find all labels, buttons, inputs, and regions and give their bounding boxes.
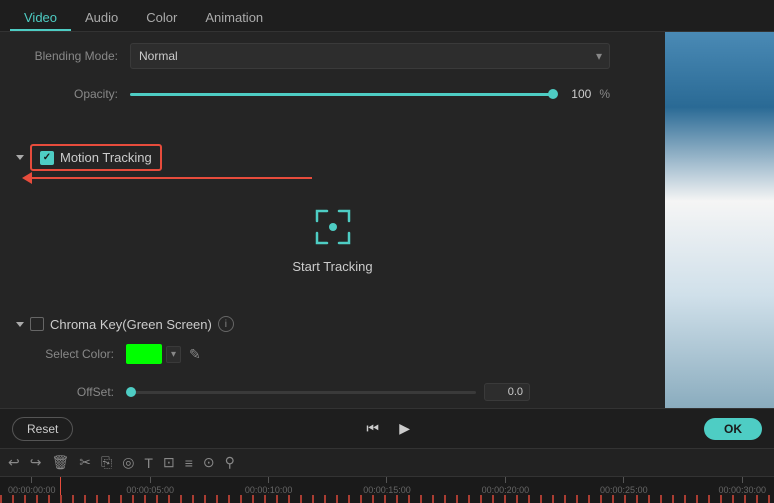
playback-controls: ⏮ ▶ <box>363 419 415 439</box>
motion-tracking-checkbox[interactable] <box>40 151 54 165</box>
chroma-key-checkbox[interactable] <box>30 317 44 331</box>
blending-mode-row: Blending Mode: Normal Multiply Screen Ov… <box>20 42 645 70</box>
magnet-icon[interactable]: ⊙ <box>203 454 215 471</box>
offset-slider-container: 0.0 <box>126 383 606 401</box>
red-arrow-line <box>32 177 312 179</box>
marker-4: 00:00:20:00 <box>482 477 530 495</box>
opacity-slider-thumb[interactable] <box>548 89 558 99</box>
marker-1: 00:00:05:00 <box>126 477 174 495</box>
chroma-key-chevron <box>16 322 24 327</box>
marker-3: 00:00:15:00 <box>363 477 411 495</box>
motion-tracking-header[interactable]: Motion Tracking <box>16 144 649 171</box>
timeline-ruler: 00:00:00:00 00:00:05:00 00:00:10:00 00:0… <box>0 477 774 495</box>
crop-icon[interactable]: ⊡ <box>163 454 175 471</box>
tab-color[interactable]: Color <box>132 4 191 31</box>
start-tracking-label[interactable]: Start Tracking <box>292 259 372 274</box>
main-area: Blending Mode: Normal Multiply Screen Ov… <box>0 32 774 408</box>
marker-5: 00:00:25:00 <box>600 477 648 495</box>
blending-mode-section: Blending Mode: Normal Multiply Screen Ov… <box>0 32 665 128</box>
marker-6: 00:00:30:00 <box>718 477 766 495</box>
chroma-key-info-icon[interactable]: i <box>218 316 234 332</box>
opacity-slider-container: 100 % <box>130 87 610 101</box>
text-icon[interactable]: T <box>144 455 153 471</box>
opacity-slider-track <box>130 93 553 96</box>
left-panel: Blending Mode: Normal Multiply Screen Ov… <box>0 32 665 408</box>
motion-tracking-title: Motion Tracking <box>60 150 152 165</box>
reset-button[interactable]: Reset <box>12 417 73 441</box>
playhead[interactable] <box>60 477 61 495</box>
align-icon[interactable]: ≡ <box>185 455 193 471</box>
redo-icon[interactable]: ↪ <box>30 454 42 471</box>
offset-label: OffSet: <box>16 385 126 399</box>
lock-icon[interactable]: ⚲ <box>225 454 235 471</box>
offset-slider-track <box>126 391 476 394</box>
opacity-label: Opacity: <box>20 87 130 101</box>
select-color-row: Select Color: ▾ ✎ <box>16 340 649 368</box>
prev-frame-button[interactable]: ⏮ <box>363 419 383 439</box>
blending-mode-select[interactable]: Normal Multiply Screen Overlay <box>130 43 610 69</box>
motion-tracking-section: Motion Tracking <box>0 136 665 302</box>
tab-audio[interactable]: Audio <box>71 4 132 31</box>
blending-mode-label: Blending Mode: <box>20 49 130 63</box>
copy-icon[interactable]: ⎘ <box>101 454 112 471</box>
marker-2: 00:00:10:00 <box>245 477 293 495</box>
play-button[interactable]: ▶ <box>395 419 415 439</box>
red-markers-row <box>0 495 774 503</box>
tracking-area: Start Tracking <box>16 183 649 294</box>
chroma-key-section: Chroma Key(Green Screen) i Select Color:… <box>0 310 665 408</box>
tab-bar: Video Audio Color Animation <box>0 0 774 32</box>
right-preview-panel <box>665 32 774 408</box>
marker-0: 00:00:00:00 <box>8 477 56 495</box>
motion-tracking-highlight: Motion Tracking <box>30 144 162 171</box>
offset-slider-thumb[interactable] <box>126 387 136 397</box>
red-arrow-container <box>32 177 649 179</box>
opacity-value: 100 <box>561 87 591 101</box>
effects-icon[interactable]: ◎ <box>122 454 134 471</box>
opacity-unit: % <box>599 87 610 101</box>
motion-tracking-chevron <box>16 155 24 160</box>
select-color-label: Select Color: <box>16 347 126 361</box>
offset-value: 0.0 <box>484 383 530 401</box>
tab-video[interactable]: Video <box>10 4 71 31</box>
ok-button[interactable]: OK <box>704 418 762 440</box>
chroma-key-header[interactable]: Chroma Key(Green Screen) i <box>16 316 649 332</box>
preview-image <box>665 32 774 408</box>
timeline-area: ↩ ↪ 🗑 ✂ ⎘ ◎ T ⊡ ≡ ⊙ ⚲ 00:00:00:00 00:00:… <box>0 448 774 503</box>
opacity-row: Opacity: 100 % <box>20 80 645 108</box>
undo-icon[interactable]: ↩ <box>8 454 20 471</box>
tab-animation[interactable]: Animation <box>191 4 277 31</box>
ruler-content: 00:00:00:00 00:00:05:00 00:00:10:00 00:0… <box>8 477 766 495</box>
offset-row: OffSet: 0.0 <box>16 378 649 406</box>
color-swatch[interactable] <box>126 344 162 364</box>
color-swatch-container: ▾ ✎ <box>126 344 201 364</box>
cut-icon[interactable]: ✂ <box>79 454 91 471</box>
delete-icon[interactable]: 🗑 <box>51 454 69 471</box>
red-arrow-head <box>22 172 32 184</box>
chroma-key-title: Chroma Key(Green Screen) <box>50 317 212 332</box>
tracking-icon[interactable] <box>309 203 357 251</box>
opacity-slider-fill <box>130 93 553 96</box>
timeline-toolbar: ↩ ↪ 🗑 ✂ ⎘ ◎ T ⊡ ≡ ⊙ ⚲ <box>0 449 774 477</box>
color-dropdown-button[interactable]: ▾ <box>166 346 181 363</box>
blending-mode-select-wrapper[interactable]: Normal Multiply Screen Overlay <box>130 43 610 69</box>
eyedropper-icon[interactable]: ✎ <box>189 346 201 363</box>
bottom-bar: Reset ⏮ ▶ OK <box>0 408 774 448</box>
